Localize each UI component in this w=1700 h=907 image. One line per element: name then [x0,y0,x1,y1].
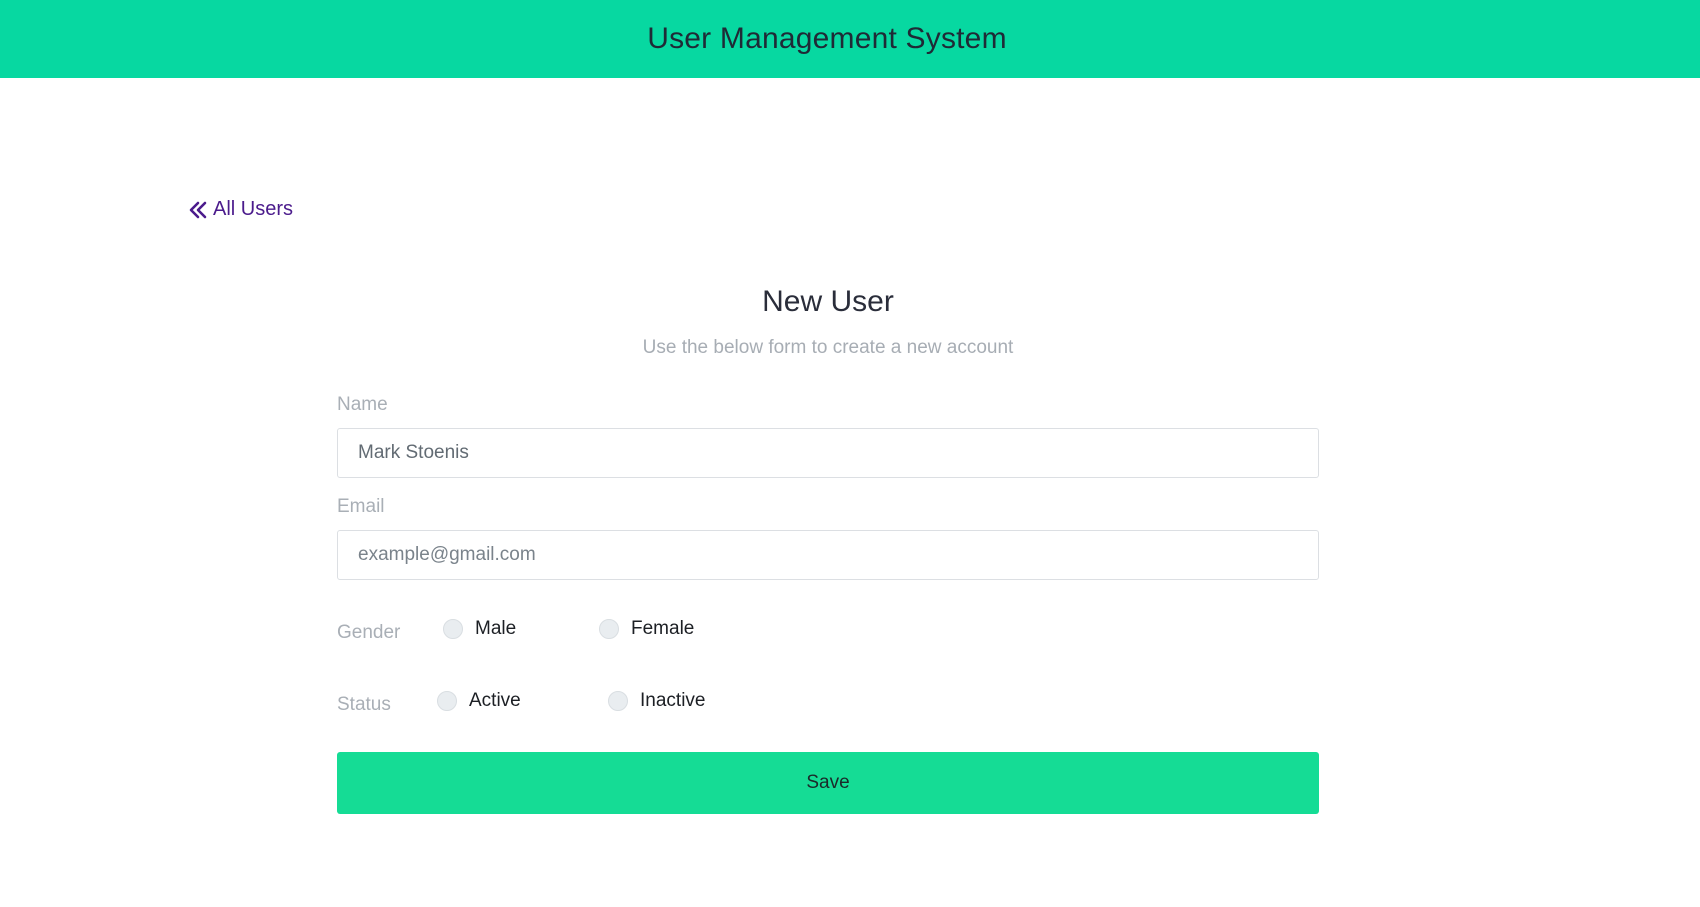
new-user-form: New User Use the below form to create a … [337,270,1319,814]
all-users-link[interactable]: All Users [189,198,293,221]
status-inactive-radio[interactable] [608,691,628,711]
gender-female-label: Female [631,618,695,639]
email-input[interactable] [337,530,1319,580]
email-label: Email [337,496,385,517]
gender-male-label: Male [475,618,517,639]
form-title: New User [762,285,894,318]
status-label: Status [337,694,391,715]
status-inactive-label: Inactive [640,690,706,711]
status-inactive-option[interactable]: Inactive [608,690,705,712]
name-label: Name [337,394,388,415]
status-active-label: Active [469,690,521,711]
name-input[interactable] [337,428,1319,478]
save-button[interactable]: Save [337,752,1319,814]
gender-label: Gender [337,622,401,643]
gender-radio-group: Gender Male Female [337,618,1319,648]
gender-male-option[interactable]: Male [443,618,516,640]
gender-female-option[interactable]: Female [599,618,694,640]
double-chevron-left-icon [189,201,207,219]
app-title: User Management System [647,22,1007,55]
status-active-option[interactable]: Active [437,690,521,712]
all-users-label: All Users [213,198,294,220]
form-subtitle: Use the below form to create a new accou… [642,337,1014,358]
gender-male-radio[interactable] [443,619,463,639]
status-active-radio[interactable] [437,691,457,711]
top-header: User Management System [0,0,1700,78]
gender-female-radio[interactable] [599,619,619,639]
status-radio-group: Status Active Inactive [337,690,1319,720]
